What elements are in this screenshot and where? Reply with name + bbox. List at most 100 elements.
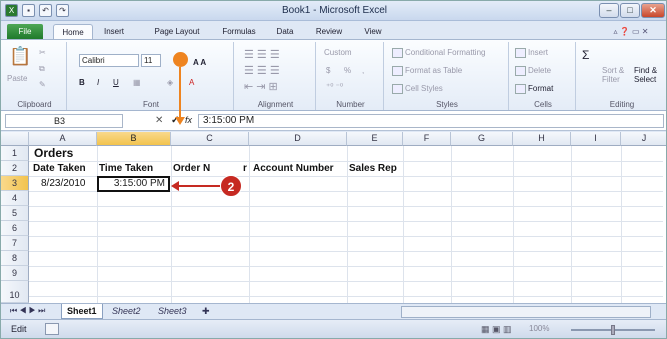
styles-group: Conditional Formatting Format as Table C… bbox=[386, 42, 509, 110]
insert-function-icon[interactable]: fx bbox=[185, 114, 192, 127]
row-header[interactable]: 6 bbox=[1, 221, 29, 236]
copy-icon[interactable]: ⧉ bbox=[39, 64, 45, 74]
cut-icon[interactable]: ✂ bbox=[39, 48, 46, 57]
conditional-formatting-button[interactable]: Conditional Formatting bbox=[392, 48, 485, 58]
column-header[interactable]: H bbox=[513, 132, 571, 146]
column-header[interactable]: G bbox=[451, 132, 513, 146]
editing-group: Σ Sort & Filter Find & Select Editing bbox=[578, 42, 666, 110]
cell-b2[interactable]: Time Taken bbox=[99, 161, 153, 176]
sort-filter-button[interactable]: Sort & Filter bbox=[602, 66, 630, 84]
tab-file[interactable]: File bbox=[7, 24, 43, 39]
zoom-level[interactable]: 100% bbox=[529, 324, 549, 333]
macro-record-icon[interactable] bbox=[45, 323, 59, 335]
grow-font-icon[interactable]: A A bbox=[193, 58, 206, 67]
format-as-table-button[interactable]: Format as Table bbox=[392, 66, 462, 76]
row-header[interactable]: 2 bbox=[1, 161, 29, 176]
borders-icon[interactable]: ▦ bbox=[133, 78, 141, 87]
row-header[interactable]: 10 bbox=[1, 281, 29, 303]
close-button[interactable]: ✕ bbox=[641, 3, 665, 18]
font-group: B I U A A A ◈ ▦ Font bbox=[69, 42, 234, 110]
tab-view[interactable]: View bbox=[358, 24, 388, 40]
enter-icon[interactable]: ✓ bbox=[171, 114, 179, 127]
find-select-button[interactable]: Find & Select bbox=[634, 66, 664, 84]
format-painter-icon[interactable]: ✎ bbox=[39, 80, 46, 89]
minimize-button[interactable]: – bbox=[599, 3, 619, 18]
name-box[interactable]: B3 bbox=[5, 114, 123, 128]
decimal-icon[interactable]: ⁺⁰ ⁻⁰ bbox=[326, 82, 343, 91]
row-header[interactable]: 1 bbox=[1, 146, 29, 161]
delete-button[interactable]: Delete bbox=[515, 66, 551, 76]
font-name-select[interactable]: Calibri bbox=[79, 54, 139, 67]
cell-e2[interactable]: Sales Rep bbox=[349, 161, 397, 176]
excel-window: X ▪ ↶ ↷ Book1 - Microsoft Excel – □ ✕ Fi… bbox=[0, 0, 667, 339]
maximize-button[interactable]: □ bbox=[620, 3, 640, 18]
gridline bbox=[97, 146, 98, 312]
tab-insert[interactable]: Insert bbox=[97, 24, 131, 40]
gridline bbox=[29, 206, 663, 207]
formula-input[interactable]: 3:15:00 PM bbox=[198, 114, 664, 128]
cells-label: Cells bbox=[534, 100, 552, 109]
underline-button[interactable]: U bbox=[113, 78, 119, 87]
tab-page-layout[interactable]: Page Layout bbox=[148, 24, 206, 40]
comma-button[interactable]: , bbox=[362, 66, 364, 75]
gridline bbox=[171, 146, 172, 312]
paste-icon[interactable]: 📋 bbox=[9, 46, 31, 67]
column-header[interactable]: C bbox=[171, 132, 249, 146]
tab-home[interactable]: Home bbox=[53, 24, 93, 40]
active-cell-b3[interactable]: 3:15:00 PM bbox=[97, 176, 170, 192]
select-all-corner[interactable] bbox=[1, 132, 29, 146]
column-header[interactable]: D bbox=[249, 132, 347, 146]
tab-review[interactable]: Review bbox=[311, 24, 347, 40]
cell-a3[interactable]: 8/23/2010 bbox=[41, 176, 86, 191]
view-buttons-icon[interactable]: ▦ ▣ ▥ bbox=[481, 324, 512, 335]
currency-button[interactable]: $ bbox=[326, 66, 330, 75]
status-bar: Edit ▦ ▣ ▥ 100% bbox=[1, 319, 666, 338]
italic-button[interactable]: I bbox=[97, 78, 99, 87]
sheet-tab-sheet2[interactable]: Sheet2 bbox=[107, 304, 146, 319]
row-header[interactable]: 3 bbox=[1, 176, 29, 191]
align-center-icon[interactable]: ☰ ☰ ☰ bbox=[244, 64, 280, 77]
format-button[interactable]: Format bbox=[515, 84, 553, 94]
indent-icon[interactable]: ⇤ ⇥ ⊞ bbox=[244, 80, 278, 93]
insert-button[interactable]: Insert bbox=[515, 48, 548, 58]
column-header[interactable]: I bbox=[571, 132, 621, 146]
column-header[interactable]: F bbox=[403, 132, 451, 146]
sheet-tab-sheet1[interactable]: Sheet1 bbox=[61, 304, 103, 319]
autosum-button[interactable]: Σ bbox=[582, 48, 589, 62]
align-top-icon[interactable]: ☰ ☰ ☰ bbox=[244, 48, 280, 61]
row-header[interactable]: 9 bbox=[1, 266, 29, 281]
percent-button[interactable]: % bbox=[344, 66, 351, 75]
paste-button[interactable]: Paste bbox=[7, 74, 27, 83]
tab-formulas[interactable]: Formulas bbox=[216, 24, 262, 40]
row-header[interactable]: 7 bbox=[1, 236, 29, 251]
sheet-tab-sheet3[interactable]: Sheet3 bbox=[153, 304, 192, 319]
help-icon[interactable]: ▵ ❓ ▭ ✕ bbox=[601, 24, 661, 40]
row-header[interactable]: 5 bbox=[1, 206, 29, 221]
bold-button[interactable]: B bbox=[79, 78, 85, 87]
cancel-icon[interactable]: ✕ bbox=[155, 114, 163, 127]
column-header[interactable]: J bbox=[621, 132, 666, 146]
status-mode: Edit bbox=[11, 324, 27, 334]
column-header[interactable]: A bbox=[29, 132, 97, 146]
horizontal-scrollbar[interactable] bbox=[401, 306, 651, 318]
cell-styles-button[interactable]: Cell Styles bbox=[392, 84, 443, 94]
row-header[interactable]: 4 bbox=[1, 191, 29, 206]
gridline bbox=[29, 281, 663, 282]
worksheet-grid[interactable]: A B C D E F G H I J 1 2 3 4 5 6 7 8 9 10 bbox=[1, 132, 666, 312]
font-color-icon[interactable]: A bbox=[189, 78, 194, 87]
zoom-slider-handle[interactable] bbox=[611, 325, 615, 335]
new-sheet-icon[interactable]: ✚ bbox=[197, 304, 215, 319]
sheet-nav-icon[interactable]: ⏮ ◀ ▶ ⏭ bbox=[5, 304, 50, 319]
cell-c2[interactable]: Order N bbox=[173, 161, 210, 176]
tab-data[interactable]: Data bbox=[271, 24, 299, 40]
column-header[interactable]: E bbox=[347, 132, 403, 146]
cell-a1[interactable]: Orders bbox=[34, 146, 73, 161]
fill-color-icon[interactable]: ◈ bbox=[167, 78, 173, 87]
column-header[interactable]: B bbox=[97, 132, 171, 146]
cell-a2[interactable]: Date Taken bbox=[33, 161, 86, 176]
callout-dot bbox=[173, 52, 188, 67]
font-size-select[interactable]: 11 bbox=[141, 54, 161, 67]
cell-d2[interactable]: Account Number bbox=[253, 161, 334, 176]
number-format-select[interactable]: Custom bbox=[324, 48, 352, 57]
row-header[interactable]: 8 bbox=[1, 251, 29, 266]
